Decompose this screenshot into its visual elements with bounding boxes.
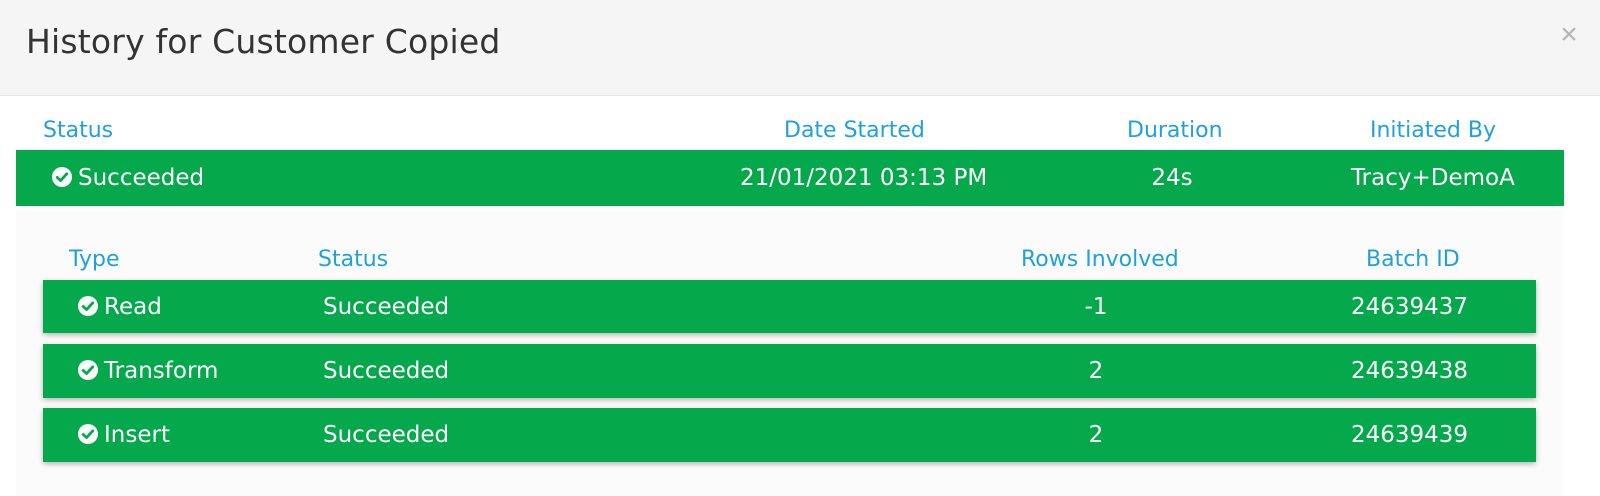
- detail-header-status: Status: [318, 247, 389, 272]
- detail-type-cell: Transform: [78, 358, 218, 384]
- summary-duration: 24s: [1151, 165, 1193, 191]
- detail-rows-involved: 2: [1088, 422, 1104, 448]
- detail-header-batch-id: Batch ID: [1366, 247, 1460, 272]
- summary-initiated-by: Tracy+DemoA: [1351, 165, 1515, 191]
- detail-type-label: Read: [104, 293, 162, 320]
- summary-header-date-started: Date Started: [784, 118, 925, 143]
- detail-batch-id: 24639437: [1351, 293, 1469, 320]
- detail-batch-id: 24639438: [1351, 358, 1469, 384]
- detail-row-insert[interactable]: Insert Succeeded 2 24639439: [43, 408, 1536, 462]
- check-circle-icon: [78, 424, 98, 444]
- summary-header-status: Status: [43, 118, 114, 143]
- detail-status: Succeeded: [323, 422, 450, 448]
- detail-header-type: Type: [69, 247, 120, 272]
- close-icon[interactable]: ×: [1554, 20, 1584, 50]
- detail-row-transform[interactable]: Transform Succeeded 2 24639438: [43, 344, 1536, 398]
- detail-type-label: Insert: [104, 422, 170, 448]
- detail-type-cell: Read: [78, 294, 162, 320]
- summary-status-label: Succeeded: [78, 165, 205, 191]
- summary-row[interactable]: Succeeded 21/01/2021 03:13 PM 24s Tracy+…: [16, 150, 1564, 206]
- check-circle-icon: [78, 295, 98, 316]
- summary-header-duration: Duration: [1127, 118, 1223, 143]
- detail-status: Succeeded: [323, 293, 450, 320]
- detail-type-label: Transform: [104, 358, 219, 384]
- modal-header: History for Customer Copied ×: [0, 0, 1600, 96]
- detail-status: Succeeded: [323, 358, 450, 384]
- detail-batch-id: 24639439: [1351, 422, 1469, 448]
- summary-header-initiated-by: Initiated By: [1370, 118, 1496, 143]
- modal-title: History for Customer Copied: [26, 22, 501, 61]
- check-circle-icon: [52, 167, 72, 187]
- detail-row-read[interactable]: Read Succeeded -1 24639437: [43, 280, 1536, 333]
- detail-rows-involved: -1: [1084, 293, 1108, 320]
- check-circle-icon: [78, 360, 98, 380]
- detail-header-rows-involved: Rows Involved: [1021, 247, 1179, 272]
- summary-date-started: 21/01/2021 03:13 PM: [740, 165, 988, 191]
- detail-rows-involved: 2: [1088, 358, 1104, 384]
- detail-type-cell: Insert: [78, 422, 170, 448]
- summary-status-cell: Succeeded: [52, 165, 204, 191]
